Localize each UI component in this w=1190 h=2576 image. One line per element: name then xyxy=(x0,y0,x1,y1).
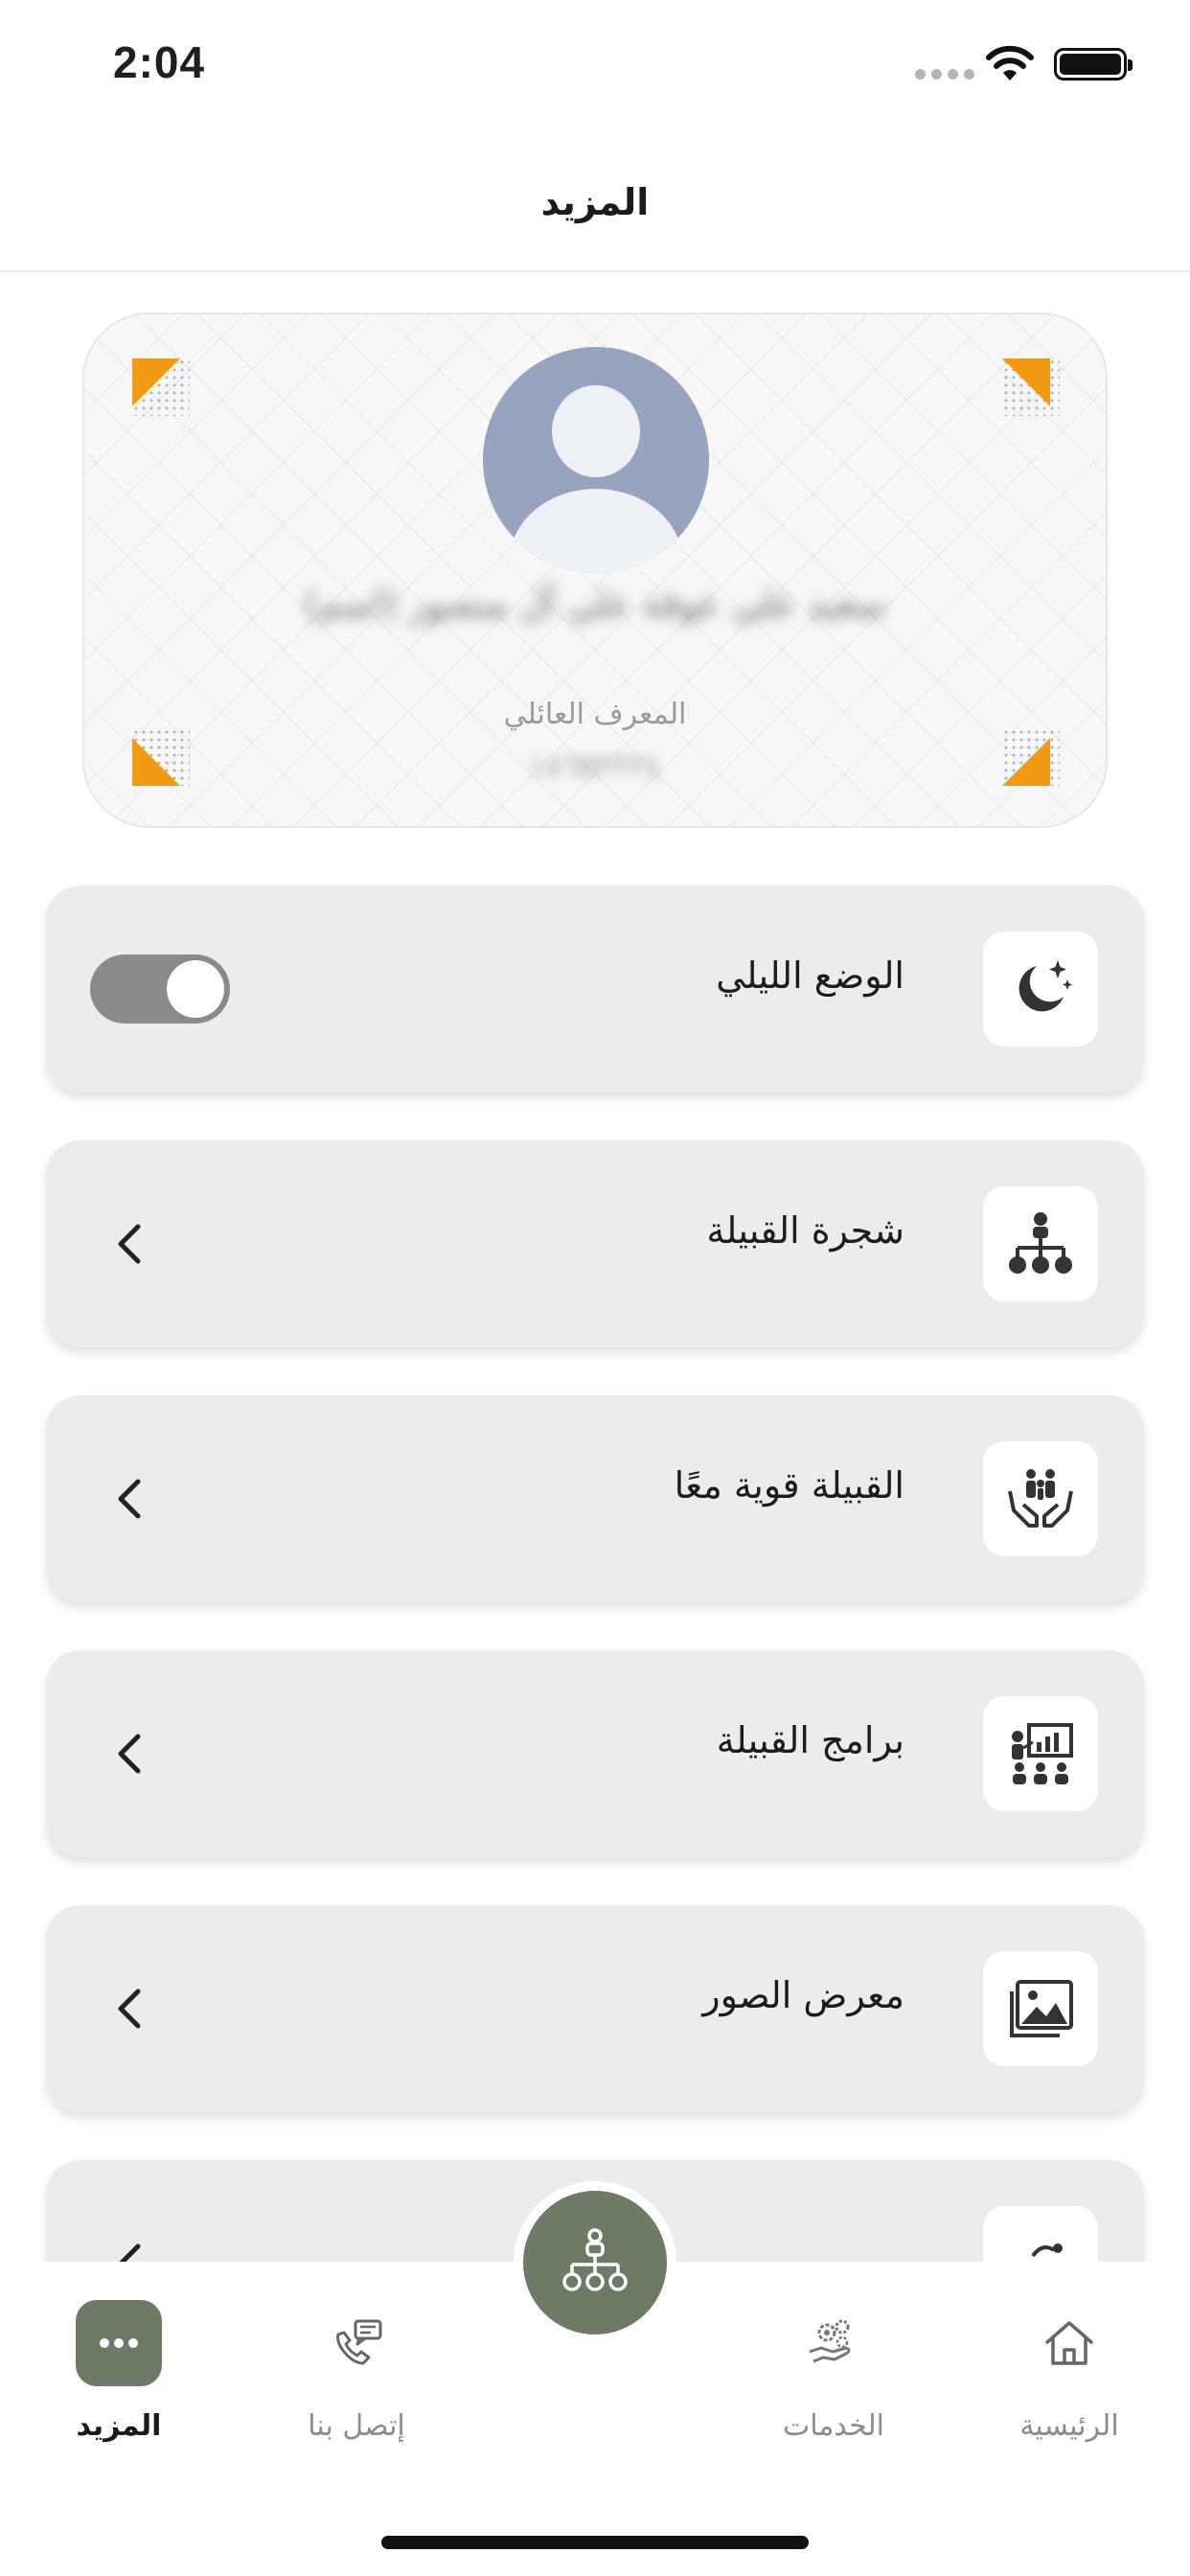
phone-chat-icon xyxy=(313,2300,400,2386)
tab-more[interactable]: المزيد xyxy=(23,2300,215,2443)
chevron-left-icon xyxy=(118,1479,141,1519)
corner-decoration xyxy=(132,358,190,416)
tab-label: إتصل بنا xyxy=(308,2409,405,2443)
family-tree-fab[interactable] xyxy=(514,2181,676,2344)
menu-label: شجرة القبيلة xyxy=(706,1209,904,1252)
menu-label: معرض الصور xyxy=(702,1974,904,2016)
menu-item-tribe-tree[interactable]: شجرة القبيلة xyxy=(46,1140,1144,1347)
tab-contact-us[interactable]: إتصل بنا xyxy=(261,2300,452,2443)
menu-label: القبيلة قوية معًا xyxy=(674,1464,904,1506)
services-gear-icon xyxy=(790,2300,877,2386)
menu-item-tribe-programs[interactable]: برامج القبيلة xyxy=(46,1650,1144,1857)
cellular-signal-icon xyxy=(915,69,974,80)
wifi-icon xyxy=(986,45,1034,80)
tab-home[interactable]: الرئيسية xyxy=(973,2300,1165,2443)
tab-label: الرئيسية xyxy=(1019,2409,1119,2443)
family-tree-icon xyxy=(983,1186,1098,1301)
family-id-value: ١٨٦٥٢٢٢٤ xyxy=(529,748,661,784)
gallery-icon xyxy=(983,1951,1098,2066)
more-dots-icon xyxy=(76,2300,162,2386)
home-icon xyxy=(1026,2300,1112,2386)
menu-item-tribe-strong-together[interactable]: القبيلة قوية معًا xyxy=(46,1395,1144,1602)
header: المزيد xyxy=(0,134,1190,272)
avatar xyxy=(483,347,709,573)
menu-item-photo-gallery[interactable]: معرض الصور xyxy=(46,1905,1144,2112)
menu-label: الوضع الليلي xyxy=(716,954,904,997)
moon-stars-icon xyxy=(983,932,1098,1046)
tab-services[interactable]: الخدمات xyxy=(738,2300,929,2443)
chevron-left-icon xyxy=(118,1989,141,2029)
profile-card: سعيد علي عوقة علي آل منصور (اسم) المعرف … xyxy=(82,312,1108,828)
menu-label: برامج القبيلة xyxy=(716,1719,904,1761)
battery-icon xyxy=(1054,48,1133,80)
home-indicator xyxy=(381,2536,809,2549)
tab-label: المزيد xyxy=(76,2409,162,2443)
family-tree-icon xyxy=(562,2228,628,2291)
family-id-label: المعرف العائلي xyxy=(503,698,687,731)
member-name: سعيد علي عوقة علي آل منصور (اسم) xyxy=(304,583,886,625)
tab-label: الخدمات xyxy=(782,2409,885,2443)
family-hands-icon xyxy=(983,1441,1098,1556)
chevron-left-icon xyxy=(118,1734,141,1774)
presentation-icon xyxy=(983,1696,1098,1811)
chevron-left-icon xyxy=(118,1224,141,1264)
night-mode-toggle[interactable] xyxy=(90,954,230,1024)
menu-item-night-mode[interactable]: الوضع الليلي xyxy=(46,886,1144,1092)
page-title: المزيد xyxy=(540,181,650,223)
status-time: 2:04 xyxy=(113,37,206,87)
corner-decoration xyxy=(1002,358,1060,416)
status-bar: 2:04 xyxy=(0,0,1190,134)
